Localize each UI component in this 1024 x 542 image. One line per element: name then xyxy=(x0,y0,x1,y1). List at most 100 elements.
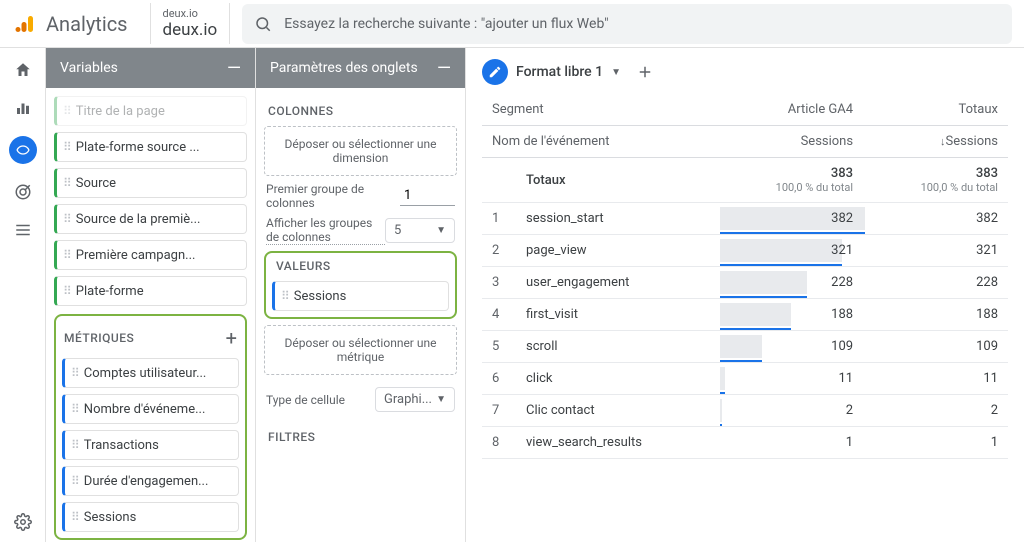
table-row[interactable]: 6click1111 xyxy=(482,363,1008,395)
active-tab[interactable]: Format libre 1 ▼ xyxy=(482,59,621,85)
advertising-icon[interactable] xyxy=(13,182,33,202)
value-cell: 321 xyxy=(718,235,863,267)
col-totaux[interactable]: Totaux xyxy=(863,94,1008,126)
value-cell: 109 xyxy=(718,331,863,363)
col-sort-sessions[interactable]: ↓Sessions xyxy=(863,126,1008,158)
metric-label: Durée d'engagemen... xyxy=(84,474,209,489)
drop-metrique-zone[interactable]: Déposer ou sélectionner une métrique xyxy=(264,325,457,375)
totaux-label: Totaux xyxy=(516,158,718,203)
metric-pill[interactable]: ⠿Comptes utilisateur... xyxy=(62,358,239,388)
drag-grip-icon: ⠿ xyxy=(281,289,288,303)
table-row[interactable]: 5scroll109109 xyxy=(482,331,1008,363)
tab-settings-panel: Paramètres des onglets — COLONNES Dépose… xyxy=(256,48,466,542)
product-name: Analytics xyxy=(46,12,128,36)
metric-pill[interactable]: ⠿ Nombre d'événeme... xyxy=(62,394,239,424)
value-cell: 188 xyxy=(718,299,863,331)
chevron-down-icon: ▼ xyxy=(436,394,446,405)
event-name-cell: Clic contact xyxy=(516,395,718,427)
variables-panel: Variables — ⠿Titre de la page⠿Plate-form… xyxy=(46,48,256,542)
event-name-cell: session_start xyxy=(516,203,718,235)
tab-menu-chevron-icon[interactable]: ▼ xyxy=(611,67,621,78)
total-cell: 321 xyxy=(863,235,1008,267)
colonnes-title: COLONNES xyxy=(268,104,453,118)
collapse-settings-icon[interactable]: — xyxy=(437,58,451,79)
metric-label: Comptes utilisateur... xyxy=(84,366,207,381)
dimension-pill[interactable]: ⠿Plate-forme source ... xyxy=(54,132,247,162)
drag-grip-icon: ⠿ xyxy=(71,438,78,452)
total-cell: 1 xyxy=(863,427,1008,459)
table-row[interactable]: 4first_visit188188 xyxy=(482,299,1008,331)
premier-groupe-label: Premier groupe de colonnes xyxy=(266,182,400,210)
search-bar[interactable]: Essayez la recherche suivante : "ajouter… xyxy=(242,4,1012,44)
metric-label: Nombre d'événeme... xyxy=(84,402,206,417)
settings-icon[interactable] xyxy=(13,512,33,532)
metric-pill[interactable]: ⠿Durée d'engagemen... xyxy=(62,466,239,496)
edit-tab-icon[interactable] xyxy=(482,59,508,85)
property-name: deux.io xyxy=(163,20,218,40)
app-header: Analytics deux.io deux.io Essayez la rec… xyxy=(0,0,1024,48)
table-row[interactable]: 1session_start382382 xyxy=(482,203,1008,235)
table-row[interactable]: 2page_view321321 xyxy=(482,235,1008,267)
value-cell: 11 xyxy=(718,363,863,395)
metric-pill[interactable]: ⠿Sessions xyxy=(62,502,239,532)
logo-area[interactable]: Analytics xyxy=(0,12,142,36)
metrics-list: ⠿Comptes utilisateur...⠿Nombre d'événeme… xyxy=(62,358,239,532)
drag-grip-icon: ⠿ xyxy=(63,140,70,154)
metric-pill[interactable]: ⠿Transactions xyxy=(62,430,239,460)
col-sessions[interactable]: Sessions xyxy=(718,126,863,158)
valeur-sessions-label: Sessions xyxy=(294,289,347,304)
tab-name: Format libre 1 xyxy=(516,64,603,80)
dimension-pill[interactable]: ⠿Titre de la page xyxy=(54,96,247,126)
property-account: deux.io xyxy=(163,7,218,20)
row-event-name[interactable]: Nom de l'événement xyxy=(482,126,718,158)
valeurs-highlight: VALEURS ⠿ Sessions xyxy=(264,251,457,319)
dimension-pill[interactable]: ⠿Source de la premiè... xyxy=(54,204,247,234)
row-index: 4 xyxy=(482,299,516,331)
event-name-cell: page_view xyxy=(516,235,718,267)
total-cell: 11 xyxy=(863,363,1008,395)
table-row[interactable]: 8view_search_results11 xyxy=(482,427,1008,459)
total-cell: 382 xyxy=(863,203,1008,235)
event-name-cell: first_visit xyxy=(516,299,718,331)
table-row[interactable]: 3user_engagement228228 xyxy=(482,267,1008,299)
col-article-ga4[interactable]: Article GA4 xyxy=(718,94,863,126)
drop-dimension-zone[interactable]: Déposer ou sélectionner une dimension xyxy=(264,126,457,176)
home-icon[interactable] xyxy=(13,60,33,80)
valeurs-title: VALEURS xyxy=(276,259,445,273)
tab-bar: Format libre 1 ▼ xyxy=(482,58,1008,86)
dimension-pill[interactable]: ⠿ Première campagn... xyxy=(54,240,247,270)
reports-icon[interactable] xyxy=(13,98,33,118)
drag-grip-icon: ⠿ xyxy=(71,510,78,524)
type-cellule-label: Type de cellule xyxy=(266,393,375,407)
type-cellule-select[interactable]: Graphi... ▼ xyxy=(375,387,455,412)
value-cell: 228 xyxy=(718,267,863,299)
table-row[interactable]: 7Clic contact22 xyxy=(482,395,1008,427)
variables-panel-header: Variables — xyxy=(46,48,255,88)
collapse-variables-icon[interactable]: — xyxy=(227,58,241,79)
drag-grip-icon: ⠿ xyxy=(63,248,70,262)
dimension-label: Source xyxy=(76,176,116,191)
property-selector[interactable]: deux.io deux.io xyxy=(150,3,231,44)
add-tab-button[interactable] xyxy=(631,58,659,86)
dimension-label: Première campagn... xyxy=(76,248,196,263)
afficher-groupes-select[interactable]: 5 ▼ xyxy=(385,218,455,243)
drag-grip-icon: ⠿ xyxy=(63,176,70,190)
valeur-sessions-pill[interactable]: ⠿ Sessions xyxy=(272,281,449,311)
analytics-logo-icon xyxy=(14,12,38,36)
configure-icon[interactable] xyxy=(13,220,33,240)
explore-icon[interactable] xyxy=(9,136,37,164)
row-index: 8 xyxy=(482,427,516,459)
col-segment[interactable]: Segment xyxy=(482,94,718,126)
event-name-cell: view_search_results xyxy=(516,427,718,459)
dimension-pill[interactable]: ⠿ Source xyxy=(54,168,247,198)
value-cell: 1 xyxy=(718,427,863,459)
total-cell: 2 xyxy=(863,395,1008,427)
premier-groupe-input[interactable] xyxy=(400,186,455,206)
exploration-table: Segment Article GA4 Totaux Nom de l'évén… xyxy=(482,94,1008,459)
event-name-cell: scroll xyxy=(516,331,718,363)
add-metric-icon[interactable]: + xyxy=(226,326,237,350)
dimension-pill[interactable]: ⠿Plate-forme xyxy=(54,276,247,306)
drag-grip-icon: ⠿ xyxy=(71,402,78,416)
search-placeholder: Essayez la recherche suivante : "ajouter… xyxy=(284,16,608,32)
dimension-label: Titre de la page xyxy=(76,104,165,119)
